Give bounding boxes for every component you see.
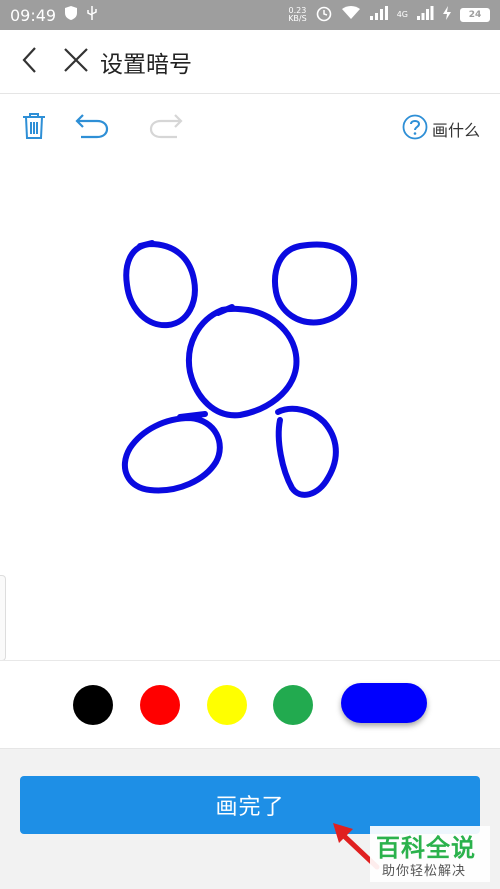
stroke-oval-bottom-right bbox=[275, 405, 339, 498]
trash-icon bbox=[22, 112, 46, 144]
question-circle-icon bbox=[402, 114, 428, 144]
undo-button[interactable] bbox=[74, 110, 110, 146]
close-icon bbox=[63, 47, 89, 77]
color-swatch-black[interactable] bbox=[73, 685, 113, 725]
help-button[interactable]: 画什么 bbox=[402, 114, 480, 144]
stroke-oval-bottom-left bbox=[121, 411, 223, 494]
signal-icon bbox=[369, 5, 389, 25]
watermark-title: 百科全说 bbox=[376, 834, 476, 862]
redo-button[interactable] bbox=[148, 110, 184, 146]
redo-icon bbox=[149, 113, 183, 143]
side-drag-handle[interactable] bbox=[0, 575, 6, 661]
usb-icon bbox=[86, 5, 98, 25]
drawing-canvas[interactable] bbox=[0, 160, 500, 660]
alarm-icon bbox=[315, 4, 333, 26]
watermark-subtitle: 助你轻松解决 bbox=[382, 864, 467, 879]
color-swatch-blue[interactable] bbox=[341, 683, 427, 723]
status-time: 09:49 bbox=[10, 5, 57, 25]
undo-icon bbox=[75, 113, 109, 143]
charging-icon bbox=[442, 5, 452, 25]
signal-icon-2 bbox=[416, 5, 434, 25]
drawing-strokes bbox=[121, 240, 358, 498]
page-title: 设置暗号 bbox=[100, 51, 192, 78]
color-swatch-yellow[interactable] bbox=[207, 685, 247, 725]
status-right: 0.23 KB/S 4G 24 bbox=[288, 4, 490, 26]
color-swatch-red[interactable] bbox=[140, 685, 180, 725]
signal-label: 4G bbox=[396, 10, 408, 19]
status-left: 09:49 bbox=[10, 5, 98, 25]
delete-button[interactable] bbox=[16, 110, 52, 146]
wifi-icon bbox=[341, 5, 361, 25]
chevron-left-icon bbox=[20, 46, 40, 78]
drawing-toolbar: 画什么 bbox=[0, 108, 500, 152]
net-speed: 0.23 KB/S bbox=[288, 7, 307, 23]
status-bar: 09:49 0.23 KB/S 4G 24 bbox=[0, 0, 500, 30]
header: 设置暗号 bbox=[0, 30, 500, 94]
stroke-circle-top-left bbox=[123, 240, 198, 329]
back-button[interactable] bbox=[10, 42, 50, 82]
help-label: 画什么 bbox=[431, 121, 480, 140]
shield-icon bbox=[64, 5, 78, 25]
net-speed-unit: KB/S bbox=[288, 14, 307, 23]
stroke-circle-center bbox=[186, 304, 300, 419]
close-button[interactable] bbox=[56, 42, 96, 82]
color-palette bbox=[0, 660, 500, 748]
battery-icon: 24 bbox=[460, 8, 490, 22]
color-swatch-green[interactable] bbox=[273, 685, 313, 725]
watermark: 百科全说 助你轻松解决 bbox=[370, 826, 490, 882]
stroke-circle-top-right bbox=[272, 241, 358, 326]
